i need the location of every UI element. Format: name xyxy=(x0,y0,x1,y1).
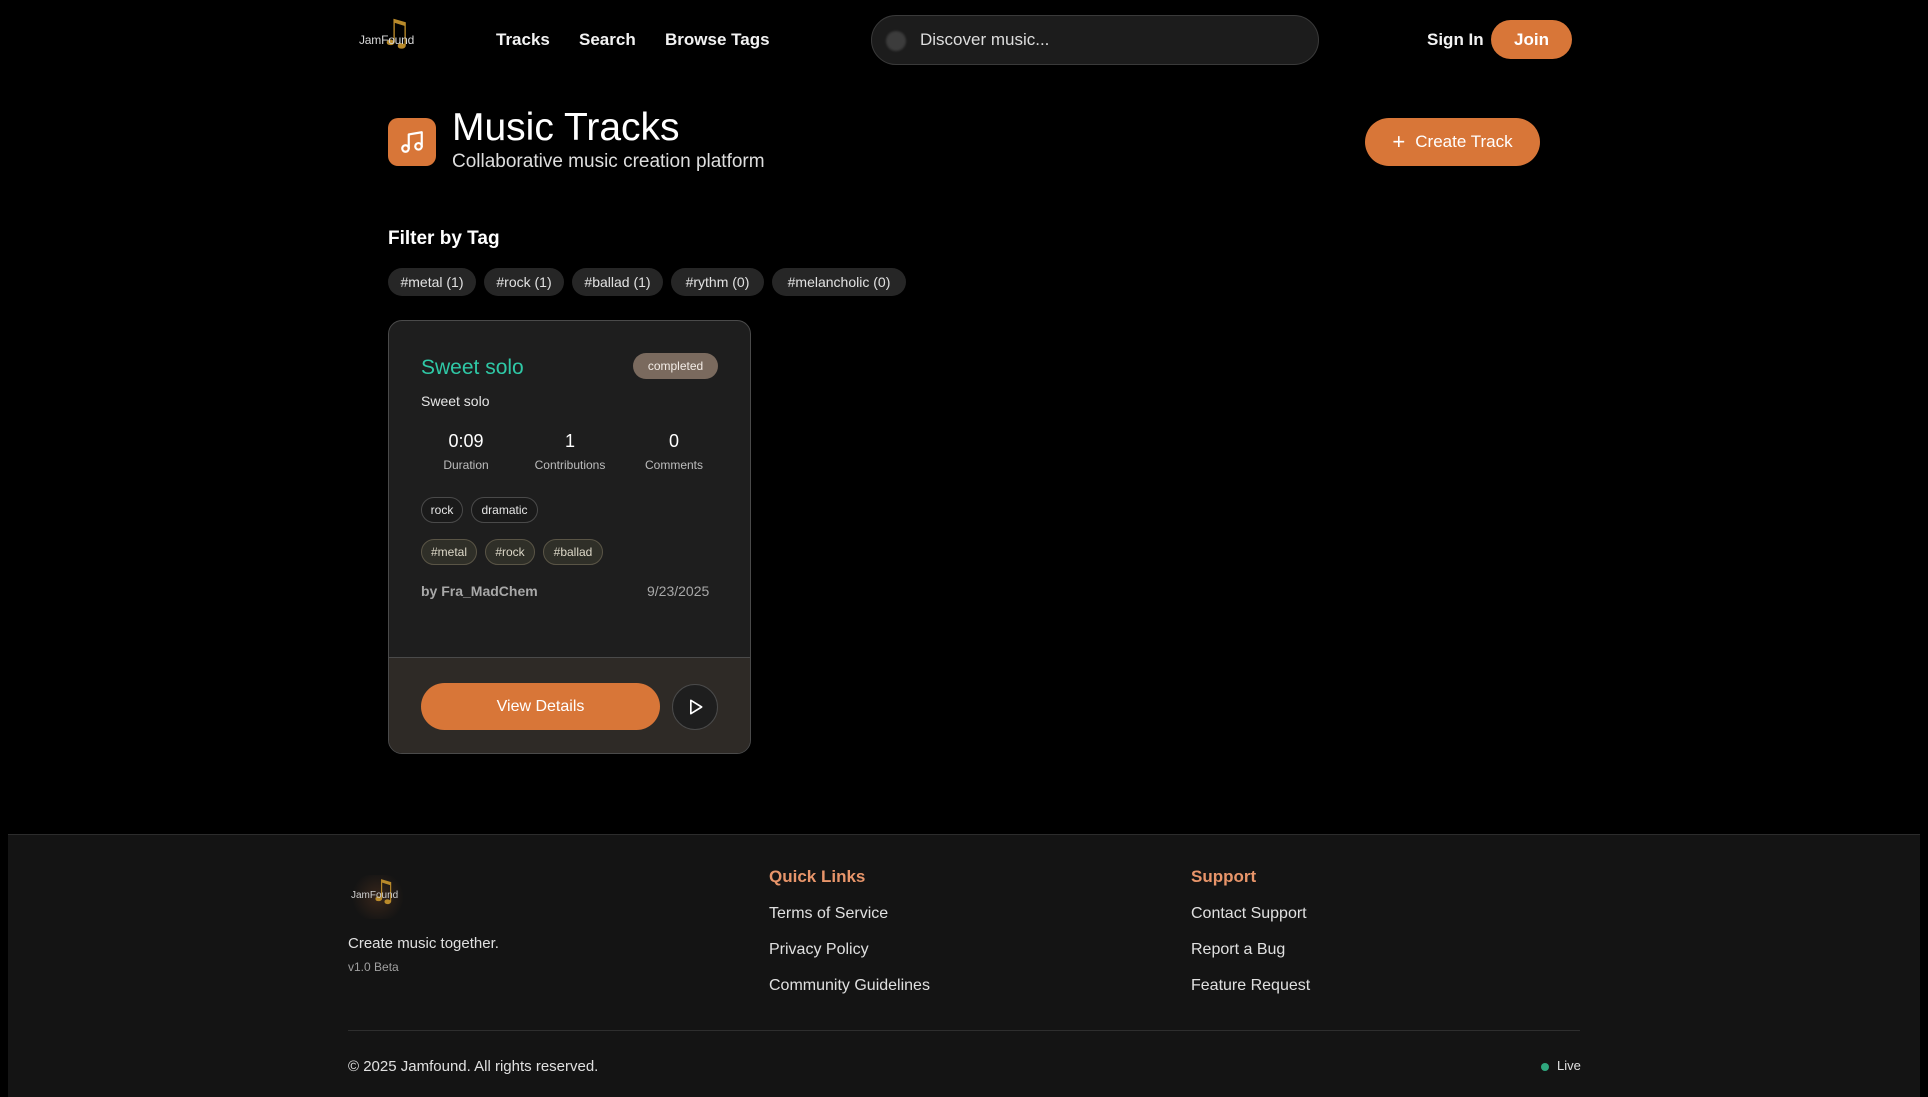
stat-comments: 0 Comments xyxy=(624,431,724,472)
create-track-button[interactable]: + Create Track xyxy=(1365,118,1540,166)
copyright: © 2025 Jamfound. All rights reserved. xyxy=(348,1058,599,1075)
hashtag-rock[interactable]: #rock xyxy=(485,539,535,565)
stat-label: Contributions xyxy=(534,458,606,472)
footer-tagline: Create music together. xyxy=(348,935,499,952)
track-card[interactable]: Sweet solo completed Sweet solo 0:09 Dur… xyxy=(388,320,751,754)
stat-duration: 0:09 Duration xyxy=(416,431,516,472)
page-subtitle: Collaborative music creation platform xyxy=(452,151,765,172)
site-footer: ♫ JamFound Create music together. v1.0 B… xyxy=(8,834,1920,1097)
sign-in-button[interactable]: Sign In xyxy=(1427,30,1484,50)
tag-filter-rythm[interactable]: #rythm (0) xyxy=(671,268,764,296)
live-status-dot xyxy=(1541,1063,1549,1071)
tag-filter-metal[interactable]: #metal (1) xyxy=(388,268,476,296)
play-button[interactable] xyxy=(672,684,718,730)
footer-logo-text: JamFound xyxy=(351,890,399,901)
footer-divider xyxy=(348,1030,1580,1031)
logo[interactable]: ♫ JamFound xyxy=(358,16,420,58)
nav-search[interactable]: Search xyxy=(579,30,636,50)
play-icon xyxy=(690,699,703,715)
stat-label: Comments xyxy=(644,458,703,472)
support-title: Support xyxy=(1191,867,1257,886)
search-bar[interactable] xyxy=(871,15,1319,65)
stat-label: Duration xyxy=(443,458,489,472)
guidelines-link[interactable]: Community Guidelines xyxy=(769,977,930,995)
tag-filter-rock[interactable]: #rock (1) xyxy=(484,268,564,296)
search-icon xyxy=(886,31,906,51)
stat-value: 1 xyxy=(564,431,575,451)
hashtag-ballad[interactable]: #ballad xyxy=(543,539,603,565)
stat-contributions: 1 Contributions xyxy=(520,431,620,472)
track-author[interactable]: by Fra_MadChem xyxy=(421,583,538,599)
terms-link[interactable]: Terms of Service xyxy=(769,905,888,923)
feature-request-link[interactable]: Feature Request xyxy=(1191,977,1310,995)
genre-tag-dramatic: dramatic xyxy=(471,497,538,523)
status-badge: completed xyxy=(633,353,718,379)
privacy-link[interactable]: Privacy Policy xyxy=(769,941,869,959)
page-title: Music Tracks xyxy=(452,106,680,149)
tag-filter-melancholic[interactable]: #melancholic (0) xyxy=(772,268,906,296)
plus-icon: + xyxy=(1392,129,1406,154)
logo-text: JamFound xyxy=(359,33,415,47)
track-description: Sweet solo xyxy=(421,393,490,409)
nav-browse-tags[interactable]: Browse Tags xyxy=(665,30,770,50)
track-title[interactable]: Sweet solo xyxy=(421,356,524,380)
join-button[interactable]: Join xyxy=(1491,20,1572,59)
tag-filter-ballad[interactable]: #ballad (1) xyxy=(572,268,663,296)
live-status: Live xyxy=(1557,1058,1581,1073)
music-note-icon xyxy=(388,118,436,166)
quick-links-title: Quick Links xyxy=(769,867,866,886)
genre-tag-rock: rock xyxy=(421,497,463,523)
report-bug-link[interactable]: Report a Bug xyxy=(1191,941,1285,959)
filter-title: Filter by Tag xyxy=(388,228,500,249)
view-details-button[interactable]: View Details xyxy=(421,683,660,730)
stat-value: 0:09 xyxy=(448,431,484,451)
create-track-label: Create Track xyxy=(1415,132,1513,151)
card-footer: View Details xyxy=(389,657,750,753)
nav-tracks[interactable]: Tracks xyxy=(496,30,550,50)
search-input[interactable] xyxy=(920,16,1300,64)
contact-support-link[interactable]: Contact Support xyxy=(1191,905,1307,923)
stat-value: 0 xyxy=(668,431,679,451)
footer-logo[interactable]: ♫ JamFound xyxy=(348,875,408,919)
footer-version: v1.0 Beta xyxy=(348,960,399,974)
hashtag-metal[interactable]: #metal xyxy=(421,539,477,565)
track-date: 9/23/2025 xyxy=(647,583,710,599)
